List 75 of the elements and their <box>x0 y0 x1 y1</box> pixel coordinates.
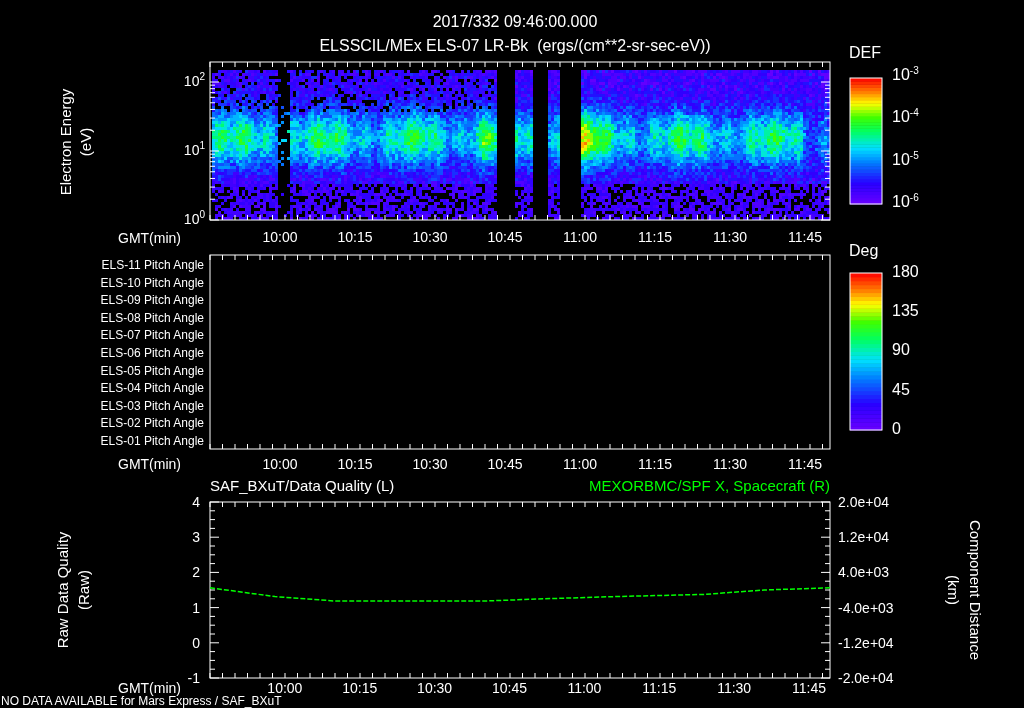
y-axis-unit: (eV) <box>77 127 95 157</box>
tick-label: 4.0e+03 <box>838 563 889 582</box>
tick-label: 4 <box>192 493 200 511</box>
row-label: ELS-11 Pitch Angle <box>101 257 204 273</box>
colorbar-label: 0 <box>892 419 901 438</box>
time-label: 10:30 <box>416 679 454 697</box>
y-axis-unit: (km) <box>944 575 962 605</box>
time-label: 10:30 <box>411 455 449 473</box>
time-label: 10:00 <box>261 228 299 246</box>
colorbar-title: Deg <box>849 242 879 260</box>
colorbar-label: 45 <box>892 380 910 399</box>
panel-title: SAF_BXuT/Data Quality (L) <box>210 477 395 495</box>
tick-label: 2.0e+04 <box>838 493 889 511</box>
time-label: 11:15 <box>641 679 678 697</box>
tick-label: 0 <box>192 633 200 652</box>
row-label: ELS-08 Pitch Angle <box>100 309 204 326</box>
tick-label: 10$^{0}$ <box>183 210 205 228</box>
time-label: 11:45 <box>791 679 828 697</box>
time-label: 11:15 <box>637 455 673 473</box>
time-label: 10:15 <box>336 228 374 246</box>
time-label: 10:15 <box>336 455 374 473</box>
time-label: 11:45 <box>787 455 823 473</box>
y-axis-label: Component Distance <box>966 519 984 661</box>
colorbar-label: 10$^{-3}$ <box>892 66 919 84</box>
colorbar-label: 10$^{-4}$ <box>892 108 919 127</box>
tick-label: -1 <box>187 669 200 687</box>
tick-label: 2 <box>192 563 200 582</box>
time-label: 10:45 <box>486 228 524 246</box>
tick-label: 3 <box>192 528 200 547</box>
tick-label: 10$^{1}$ <box>183 141 205 159</box>
row-label: ELS-06 Pitch Angle <box>100 345 204 361</box>
axis-label: GMT(min) <box>118 229 181 247</box>
time-label: 10:30 <box>411 228 449 246</box>
time-label: 11:30 <box>712 228 748 246</box>
tick-label: -2.0e+04 <box>838 669 894 687</box>
row-label: ELS-10 Pitch Angle <box>100 274 204 291</box>
row-label: ELS-04 Pitch Angle <box>100 380 204 397</box>
colorbar-label: 10$^{-5}$ <box>892 150 919 169</box>
row-label: ELS-01 Pitch Angle <box>100 433 204 449</box>
y-axis-unit: (Raw) <box>75 570 93 610</box>
plot-title: ELSSCIL/MEx ELS-07 LR-Bk (ergs/(cm**2-sr-sec-eV)) <box>319 37 711 55</box>
axis-label: GMT(min) <box>118 679 181 696</box>
tick-label: -1.2e+04 <box>838 633 894 652</box>
row-label: ELS-03 Pitch Angle <box>100 397 204 414</box>
colorbar-label: 180 <box>892 263 919 281</box>
colorbar-label: 90 <box>892 341 910 360</box>
tick-label: 1 <box>192 598 200 617</box>
time-label: 11:00 <box>562 455 598 473</box>
row-label: ELS-02 Pitch Angle <box>100 415 204 432</box>
tick-label: 10$^{2}$ <box>183 72 205 90</box>
time-label: 10:00 <box>261 455 299 473</box>
row-label: ELS-09 Pitch Angle <box>100 292 204 309</box>
time-label: 11:15 <box>637 228 673 246</box>
time-label: 11:00 <box>566 679 603 697</box>
row-label: ELS-05 Pitch Angle <box>100 362 204 379</box>
colorbar-label: 10$^{-6}$ <box>892 192 919 211</box>
tick-label: -4.0e+03 <box>838 598 894 617</box>
time-label: 11:30 <box>716 679 753 697</box>
axis-label: GMT(min) <box>118 455 181 473</box>
series-title: MEXORBMC/SPF X, Spacecraft (R) <box>589 477 830 495</box>
y-axis-label: Electron Energy <box>57 88 75 196</box>
status-message: NO DATA AVAILABLE for Mars Express / SAF_BXuT <box>1 695 282 708</box>
time-label: 10:45 <box>491 679 529 697</box>
time-label: 10:00 <box>266 679 304 696</box>
y-axis-label: Raw Data Quality <box>54 531 72 649</box>
time-label: 11:45 <box>787 228 823 246</box>
time-label: 11:00 <box>562 228 598 246</box>
tick-label: 1.2e+04 <box>838 528 889 547</box>
time-label: 10:15 <box>341 679 379 697</box>
date-time-title: 2017/332 09:46:00.000 <box>432 13 598 31</box>
time-label: 10:45 <box>486 455 524 473</box>
time-label: 11:30 <box>712 455 748 473</box>
colorbar-title: DEF <box>849 44 881 62</box>
colorbar-label: 135 <box>892 302 919 321</box>
row-label: ELS-07 Pitch Angle <box>100 327 204 344</box>
